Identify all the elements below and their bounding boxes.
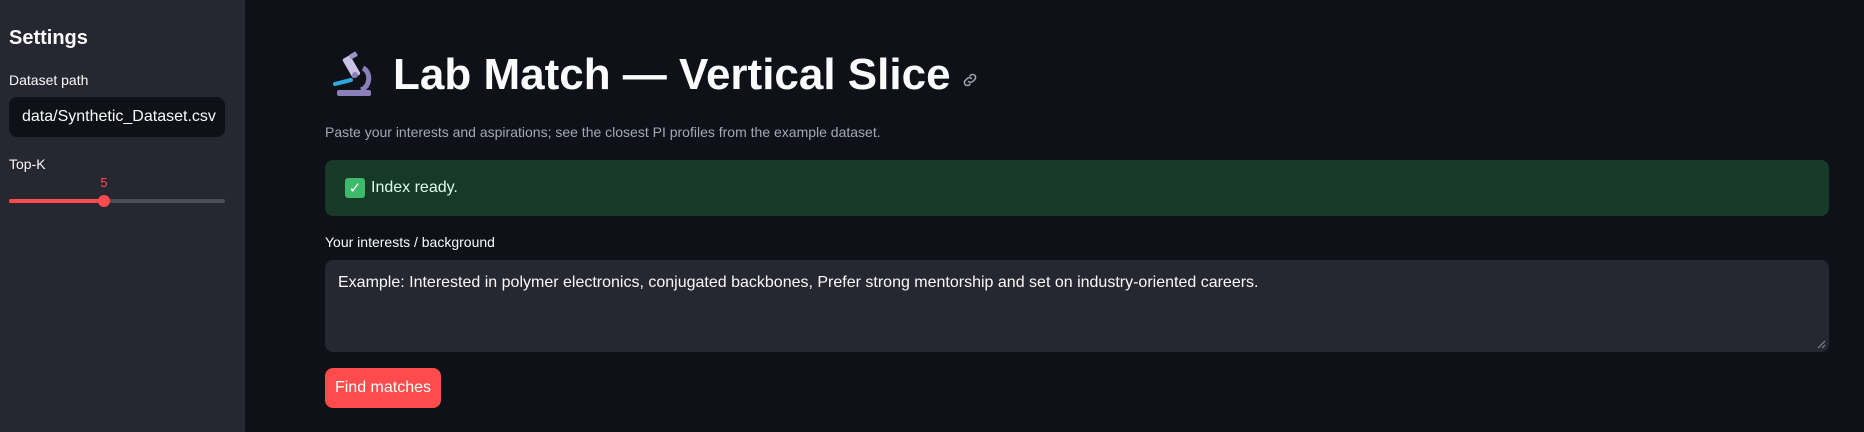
dataset-path-input[interactable]: data/Synthetic_Dataset.csv (9, 97, 225, 137)
success-alert: ✓ Index ready. (325, 160, 1829, 216)
find-matches-button[interactable]: Find matches (325, 368, 441, 408)
interests-textarea[interactable]: Example: Interested in polymer electroni… (325, 260, 1829, 352)
dataset-path-value: data/Synthetic_Dataset.csv (22, 108, 216, 125)
resize-handle-icon[interactable] (1816, 339, 1826, 349)
sidebar-title: Settings (9, 27, 88, 49)
page-title-row: Lab Match — Vertical Slice (329, 50, 979, 100)
page-title: Lab Match — Vertical Slice (393, 50, 951, 99)
link-icon[interactable] (961, 71, 979, 89)
sidebar: Settings Dataset path data/Synthetic_Dat… (0, 0, 245, 432)
check-icon: ✓ (345, 178, 365, 198)
top-k-label: Top-K (9, 156, 46, 172)
top-k-slider-thumb[interactable] (98, 195, 110, 207)
top-k-slider[interactable] (9, 195, 225, 207)
alert-text: Index ready. (371, 179, 458, 196)
page-caption: Paste your interests and aspirations; se… (325, 124, 881, 140)
microscope-icon (333, 51, 372, 96)
dataset-path-label: Dataset path (9, 72, 89, 88)
top-k-value: 5 (100, 175, 108, 190)
interests-label: Your interests / background (325, 234, 495, 250)
top-k-slider-fill (9, 199, 104, 203)
interests-placeholder: Example: Interested in polymer electroni… (338, 274, 1259, 291)
